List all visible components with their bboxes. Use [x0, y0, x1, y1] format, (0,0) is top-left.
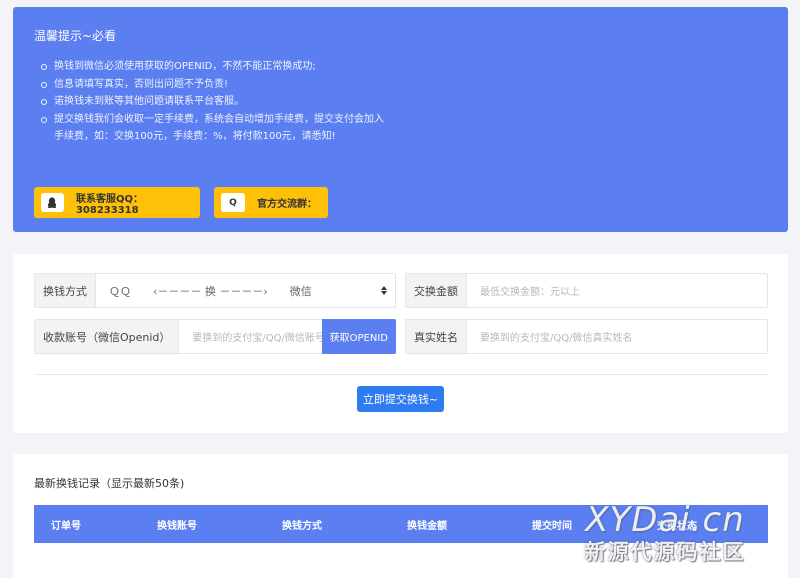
notice-panel: 温馨提示~必看 换钱到微信必须使用获取的OPENID，不然不能正常换成功; 信息…	[13, 7, 788, 232]
notice-list: 换钱到微信必须使用获取的OPENID，不然不能正常换成功; 信息请填写真实，否则…	[37, 58, 387, 146]
notice-item: 信息请填写真实，否则出问题不予负责!	[37, 76, 387, 94]
amount-label: 交换金额	[406, 274, 467, 307]
records-card: 最新换钱记录（显示最新50条) 订单号 换钱账号 换钱方式 换钱金额 提交时间 …	[13, 454, 788, 578]
exchange-form: 换钱方式 ＱＱ ‹－－－－ 换 －－－－› 微信 交换金额 最低交换金额：元以上…	[13, 254, 788, 433]
get-openid-button[interactable]: 获取OPENID	[321, 319, 396, 354]
records-table-header: 订单号 换钱账号 换钱方式 换钱金额 提交时间 交换状态	[34, 505, 768, 543]
select-arrow-icon	[381, 274, 387, 307]
notice-item: 诺换钱未到账等其他问题请联系平台客服。	[37, 93, 387, 111]
column-header: 换钱账号	[157, 520, 197, 532]
notice-item: 提交换钱我们会收取一定手续费，系统会自动增加手续费，提交支付会加入手续费，如：交…	[37, 111, 387, 146]
column-header: 换钱方式	[282, 520, 322, 532]
qq-icon: Q	[221, 193, 245, 212]
real-name-label: 真实姓名	[406, 320, 467, 353]
account-input[interactable]: 要换到的支付宝/QQ/微信账号	[179, 320, 321, 353]
contact-qq-button[interactable]: 联系客服QQ：308233318	[34, 187, 200, 218]
column-header: 提交时间	[532, 520, 572, 532]
official-group-label: 官方交流群：	[257, 199, 317, 210]
notice-item: 换钱到微信必须使用获取的OPENID，不然不能正常换成功;	[37, 58, 387, 76]
real-name-input[interactable]: 要换到的支付宝/QQ/微信真实姓名	[467, 320, 767, 353]
amount-input[interactable]: 最低交换金额：元以上	[467, 274, 767, 307]
records-title: 最新换钱记录（显示最新50条)	[34, 477, 185, 490]
official-group-button[interactable]: Q 官方交流群：	[214, 187, 328, 218]
account-label: 收款账号（微信Openid）	[35, 320, 180, 353]
column-header: 订单号	[51, 520, 81, 532]
penguin-icon	[41, 193, 64, 212]
exchange-method-value: ＱＱ ‹－－－－ 换 －－－－› 微信	[109, 284, 312, 298]
column-header: 换钱金额	[407, 520, 447, 532]
real-name-field[interactable]: 真实姓名 要换到的支付宝/QQ/微信真实姓名	[405, 319, 768, 354]
contact-qq-label: 联系客服QQ：308233318	[75, 193, 143, 216]
submit-button[interactable]: 立即提交换钱~	[357, 386, 444, 412]
notice-title: 温馨提示~必看	[34, 29, 117, 43]
exchange-method-label: 换钱方式	[35, 274, 96, 307]
exchange-method-select[interactable]: 换钱方式 ＱＱ ‹－－－－ 换 －－－－› 微信	[34, 273, 396, 308]
account-field[interactable]: 收款账号（微信Openid） 要换到的支付宝/QQ/微信账号 获取OPENID	[34, 319, 396, 354]
column-header: 交换状态	[657, 520, 697, 532]
form-divider	[34, 374, 768, 375]
amount-field[interactable]: 交换金额 最低交换金额：元以上	[405, 273, 768, 308]
